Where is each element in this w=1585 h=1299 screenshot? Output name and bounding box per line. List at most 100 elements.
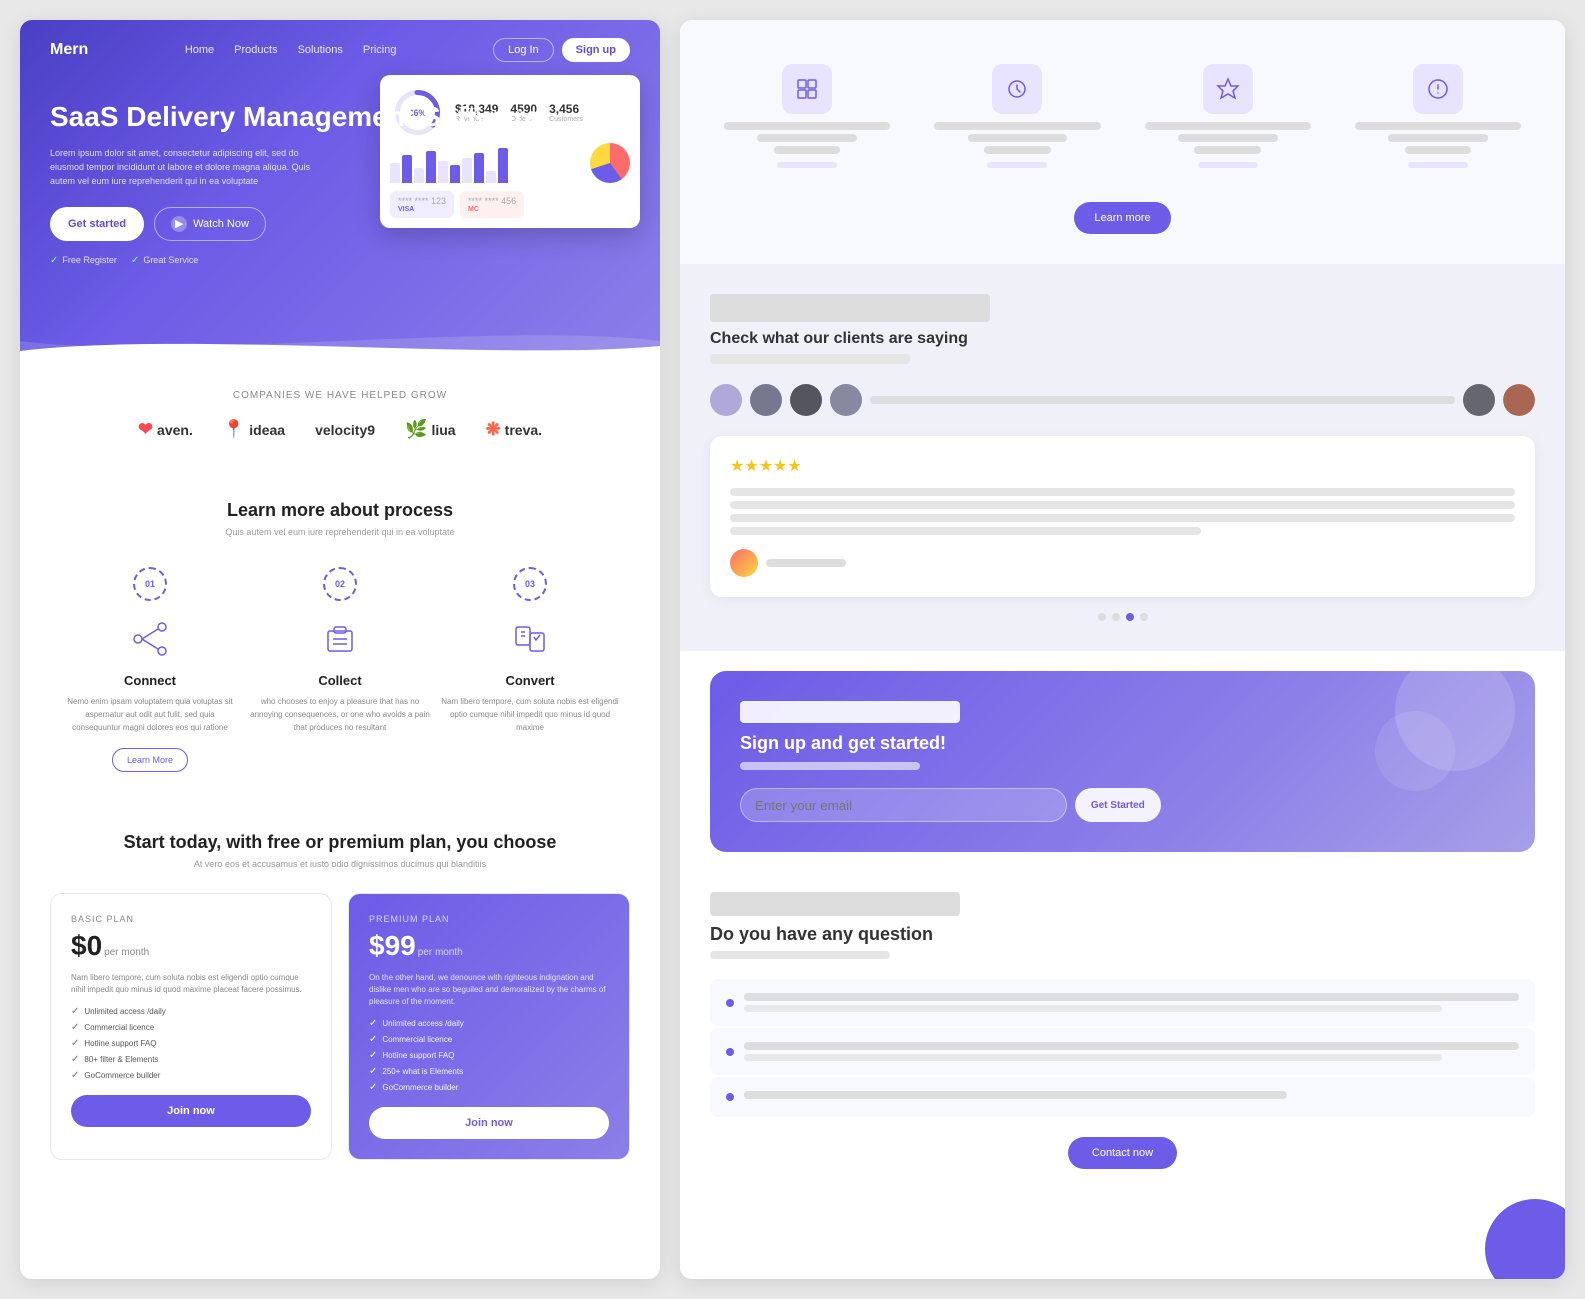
check-icon: ✓	[71, 1022, 79, 1033]
step-1-title: Connect	[60, 673, 240, 688]
logo-velocity: velocity9	[315, 422, 375, 438]
get-started-button[interactable]: Get started	[50, 207, 144, 241]
check-icon: ✓	[369, 1082, 377, 1093]
watch-now-button[interactable]: ▶ Watch Now	[154, 207, 266, 241]
avatar-1	[710, 384, 742, 416]
nav-home[interactable]: Home	[185, 44, 214, 56]
hero-buttons: Get started ▶ Watch Now	[50, 207, 630, 241]
ideaa-icon: 📍	[223, 419, 245, 440]
logo-aven: ❤ aven.	[138, 419, 193, 440]
faq-dot-1	[726, 999, 734, 1007]
companies-label: COMPANIES WE HAVE HELPED GROW	[50, 390, 630, 401]
step-circle-2: 02	[323, 567, 357, 601]
basic-feat-5: ✓GoCommerce builder	[71, 1070, 311, 1081]
testimonials-section: Check what our clients are saying	[680, 264, 1565, 651]
hero-section: Mern Home Products Solutions Pricing Log…	[20, 20, 660, 360]
premium-plan-features: ✓Unlimited access /daily ✓Commercial lic…	[369, 1018, 609, 1093]
prem-feat-1: ✓Unlimited access /daily	[369, 1018, 609, 1029]
testimonials-title-placeholder	[710, 294, 990, 322]
faq-dot-2	[726, 1048, 734, 1056]
faq-item-1[interactable]	[710, 979, 1535, 1026]
testimonials-title: Check what our clients are saying	[710, 330, 1535, 348]
logo-ideaa: 📍 ideaa	[223, 419, 285, 440]
feat-link-1	[777, 162, 837, 168]
features-section: Learn more	[680, 20, 1565, 264]
feature-card-4	[1341, 50, 1535, 182]
logo-treva: ❋ treva.	[486, 419, 542, 440]
feature-card-3	[1131, 50, 1325, 182]
step-1-button[interactable]: Learn More	[112, 748, 188, 772]
step-1-desc: Nemo enim ipsam voluptatem quia voluptas…	[60, 696, 240, 734]
pricing-subtitle: At vero eos et accusamus et iusto odio d…	[50, 859, 630, 869]
login-button[interactable]: Log In	[493, 38, 554, 62]
faq-items	[710, 979, 1535, 1117]
dot-3-active[interactable]	[1126, 613, 1134, 621]
signup-button[interactable]: Sign up	[562, 38, 630, 62]
nav-products[interactable]: Products	[234, 44, 277, 56]
cta-submit-button[interactable]: Get Started	[1075, 788, 1161, 822]
step-collect: 02 Collect who chooses to enjoy a pleasu…	[250, 567, 430, 772]
cta-banner: Sign up and get started! Get Started	[710, 671, 1535, 852]
avatar-5	[1463, 384, 1495, 416]
reviewer-row	[710, 384, 1535, 416]
dot-4[interactable]	[1140, 613, 1148, 621]
premium-plan-desc: On the other hand, we denounce with righ…	[369, 972, 609, 1008]
nav-pricing[interactable]: Pricing	[363, 44, 397, 56]
premium-join-button[interactable]: Join now	[369, 1107, 609, 1139]
cta-email-input[interactable]	[740, 788, 1067, 822]
premium-plan-label: PREMIUM PLAN	[369, 914, 609, 924]
company-logos: ❤ aven. 📍 ideaa velocity9 🌿 liua ❋ treva…	[50, 419, 630, 440]
testimonials-subtitle-placeholder	[710, 354, 910, 364]
check-icon: ✓	[369, 1050, 377, 1061]
cta-title-placeholder	[740, 701, 960, 723]
dot-2[interactable]	[1112, 613, 1120, 621]
check-icon: ✓	[71, 1038, 79, 1049]
step-2-desc: who chooses to enjoy a pleasure that has…	[250, 696, 430, 734]
premium-plan-period: per month	[418, 947, 463, 958]
nav-solutions[interactable]: Solutions	[298, 44, 343, 56]
process-subtitle: Quis autem vel eum iure reprehenderit qu…	[50, 527, 630, 537]
faq-title-placeholder	[710, 892, 960, 916]
cta-deco-circle-small	[1375, 711, 1455, 791]
faq-item-2[interactable]	[710, 1028, 1535, 1075]
hero-wave	[20, 311, 660, 360]
pricing-section: Start today, with free or premium plan, …	[20, 802, 660, 1190]
cta-sub-placeholder	[740, 762, 920, 770]
basic-join-button[interactable]: Join now	[71, 1095, 311, 1127]
check-icon: ✓	[369, 1066, 377, 1077]
basic-plan-desc: Nam libero tempore, cum soluta nobis est…	[71, 972, 311, 996]
basic-feat-3: ✓Hotline support FAQ	[71, 1038, 311, 1049]
learn-more-button[interactable]: Learn more	[1074, 202, 1170, 234]
cta-form: Get Started	[740, 788, 1161, 822]
pricing-title: Start today, with free or premium plan, …	[50, 832, 630, 853]
faq-item-3[interactable]	[710, 1077, 1535, 1117]
prem-feat-5: ✓GoCommerce builder	[369, 1082, 609, 1093]
basic-feat-4: ✓80+ filter & Elements	[71, 1054, 311, 1065]
feature-icon-2	[992, 64, 1042, 114]
basic-plan-period: per month	[104, 947, 149, 958]
nav-links: Home Products Solutions Pricing	[185, 44, 397, 56]
basic-plan-label: BASIC PLAN	[71, 914, 311, 924]
hero-description: Lorem ipsum dolor sit amet, consectetur …	[50, 146, 330, 189]
feature-cards	[710, 50, 1535, 182]
feature-icon-4	[1413, 64, 1463, 114]
step-convert: 03 Convert Nam libero tempore, cum solut…	[440, 567, 620, 772]
prem-feat-2: ✓Commercial licence	[369, 1034, 609, 1045]
companies-section: COMPANIES WE HAVE HELPED GROW ❤ aven. 📍 …	[20, 360, 660, 470]
logo-liua: 🌿 liua	[405, 419, 456, 440]
faq-dot-3	[726, 1093, 734, 1101]
dot-1[interactable]	[1098, 613, 1106, 621]
step-circle-1: 01	[133, 567, 167, 601]
hero-title: SaaS Delivery Management Software	[50, 100, 630, 134]
cta-title: Sign up and get started!	[740, 733, 1161, 754]
contact-button[interactable]: Contact now	[1068, 1137, 1177, 1169]
logo: Mern	[50, 41, 88, 59]
process-steps: 01 Connect Nemo enim ipsam voluptatem qu…	[50, 567, 630, 772]
basic-plan-card: BASIC PLAN $0 per month Nam libero tempo…	[50, 893, 332, 1160]
play-icon: ▶	[171, 216, 187, 232]
avatar-2	[750, 384, 782, 416]
feat-text-1	[724, 122, 890, 130]
step-circle-3: 03	[513, 567, 547, 601]
navbar: Mern Home Products Solutions Pricing Log…	[20, 20, 660, 80]
carousel-dots	[710, 613, 1535, 621]
